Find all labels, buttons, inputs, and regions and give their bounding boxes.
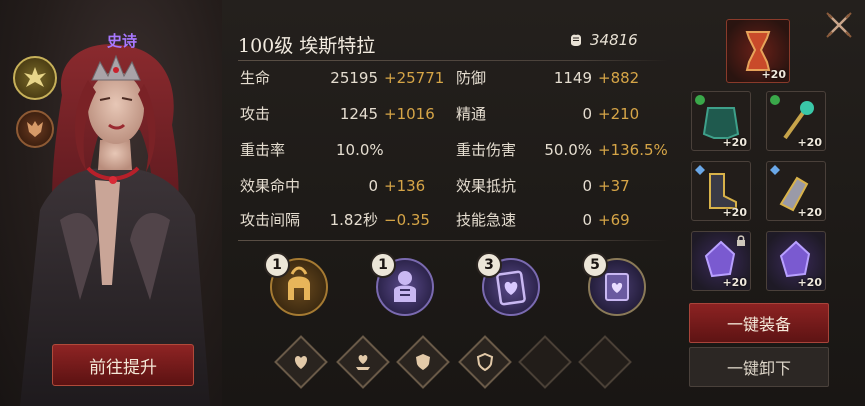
rune-slot-empty[interactable]: [578, 335, 632, 389]
trait-level: 5: [582, 252, 608, 278]
heart-icon: [294, 356, 308, 369]
shield-icon: [476, 352, 494, 372]
rune-slot-empty[interactable]: [518, 335, 572, 389]
stat-value: 1.82秒: [329, 211, 378, 229]
equipment-level: +20: [797, 276, 822, 289]
stat-value: 1149: [553, 69, 592, 87]
stat-label: 效果命中: [240, 177, 301, 195]
promote-button[interactable]: 前往提升: [52, 344, 194, 386]
class-emblem-icon[interactable]: [13, 56, 57, 100]
stat-crit-damage: 重击伤害 50.0% +136.5%: [456, 140, 668, 160]
rune-slot[interactable]: [274, 335, 328, 389]
equipment-level: +20: [722, 276, 747, 289]
equipment-slot-boots[interactable]: +20: [691, 161, 751, 221]
equipment-slot-weapon[interactable]: +20: [766, 91, 826, 151]
lock-icon: [737, 235, 745, 246]
stat-attack: 攻击 1245 +1016: [240, 104, 440, 124]
gem-green-icon: [770, 95, 780, 105]
gem-green-icon: [695, 95, 705, 105]
combat-power: 34816: [568, 31, 638, 49]
gem-blue-icon: [695, 165, 705, 175]
stat-value: 0: [582, 105, 592, 123]
fist-icon: [571, 34, 581, 46]
hero-title: 100级 埃斯特拉: [238, 35, 376, 57]
trait-medallion[interactable]: 1: [370, 252, 434, 316]
stat-attack-interval: 攻击间隔 1.82秒 −0.35: [240, 210, 440, 230]
stat-effect-resist: 效果抵抗 0 +37: [456, 176, 666, 196]
equipment-slot-armor[interactable]: +20: [691, 91, 751, 151]
heart-hand-icon: [356, 355, 370, 370]
equipment-level: +20: [722, 206, 747, 219]
stat-skill-haste: 技能急速 0 +69: [456, 210, 666, 230]
equipment-slot-crystal[interactable]: +20: [766, 231, 826, 291]
trait-level: 1: [264, 252, 290, 278]
stat-value: 25195: [330, 69, 378, 87]
stat-hp: 生命 25195 +25771: [240, 68, 444, 88]
combat-power-value: 34816: [590, 31, 638, 49]
rune-slot[interactable]: [458, 335, 512, 389]
trait-medallion[interactable]: 5: [582, 252, 646, 316]
stat-label: 技能急速: [456, 211, 517, 229]
stat-label: 攻击: [240, 105, 271, 123]
stat-bonus: +210: [598, 105, 640, 123]
faction-emblem-icon[interactable]: [16, 110, 54, 148]
stat-label: 重击伤害: [456, 141, 517, 159]
stat-bonus: +136: [384, 177, 426, 195]
shield-heart-icon: [416, 354, 430, 370]
stat-value: 50.0%: [544, 141, 592, 159]
stats-divider: [238, 240, 668, 241]
equipment-level: +20: [722, 136, 747, 149]
equipment-slot-relic[interactable]: +20: [726, 19, 790, 83]
stat-label: 效果抵抗: [456, 177, 517, 195]
stat-bonus: +882: [598, 69, 640, 87]
rune-slot[interactable]: [336, 335, 390, 389]
stat-value: 0: [368, 177, 378, 195]
header-divider: [238, 60, 668, 61]
trait-medallion[interactable]: 3: [476, 252, 540, 316]
gem-blue-icon: [770, 165, 780, 175]
equipment-level: +20: [797, 206, 822, 219]
stat-bonus: +1016: [384, 105, 435, 123]
stat-bonus: −0.35: [384, 211, 430, 229]
stat-value: 1245: [339, 105, 378, 123]
equipment-level: +20: [761, 68, 786, 81]
stat-crit-rate: 重击率 10.0%: [240, 140, 440, 160]
stat-label: 生命: [240, 69, 271, 87]
stat-value: 10.0%: [336, 141, 384, 159]
stat-bonus: +69: [598, 211, 630, 229]
stat-label: 精通: [456, 105, 487, 123]
stat-bonus: +25771: [384, 69, 445, 87]
stat-bonus: +136.5%: [598, 141, 668, 159]
stat-value: 0: [582, 211, 592, 229]
stat-value: 0: [582, 177, 592, 195]
hero-portrait: 史诗 前往提升: [0, 0, 222, 406]
stat-effect-hit: 效果命中 0 +136: [240, 176, 440, 196]
hero-detail-panel: 史诗 前往提升 100级 埃斯特拉 34816 生命 25195 +25771 …: [0, 0, 865, 406]
trait-level: 1: [370, 252, 396, 278]
stat-mastery: 精通 0 +210: [456, 104, 666, 124]
stat-label: 重击率: [240, 141, 286, 159]
stat-bonus: +37: [598, 177, 630, 195]
equipment-slot-gloves[interactable]: +20: [766, 161, 826, 221]
stat-label: 防御: [456, 69, 487, 87]
rarity-label: 史诗: [107, 32, 138, 50]
equipment-slot-crystal[interactable]: +20: [691, 231, 751, 291]
stat-defense: 防御 1149 +882: [456, 68, 666, 88]
stat-label: 攻击间隔: [240, 211, 301, 229]
trait-medallion[interactable]: 1: [264, 252, 328, 316]
unequip-all-button[interactable]: 一键卸下: [689, 347, 829, 387]
equip-all-button[interactable]: 一键装备: [689, 303, 829, 343]
close-icon[interactable]: [824, 10, 854, 40]
rune-slot[interactable]: [396, 335, 450, 389]
trait-level: 3: [476, 252, 502, 278]
equipment-level: +20: [797, 136, 822, 149]
